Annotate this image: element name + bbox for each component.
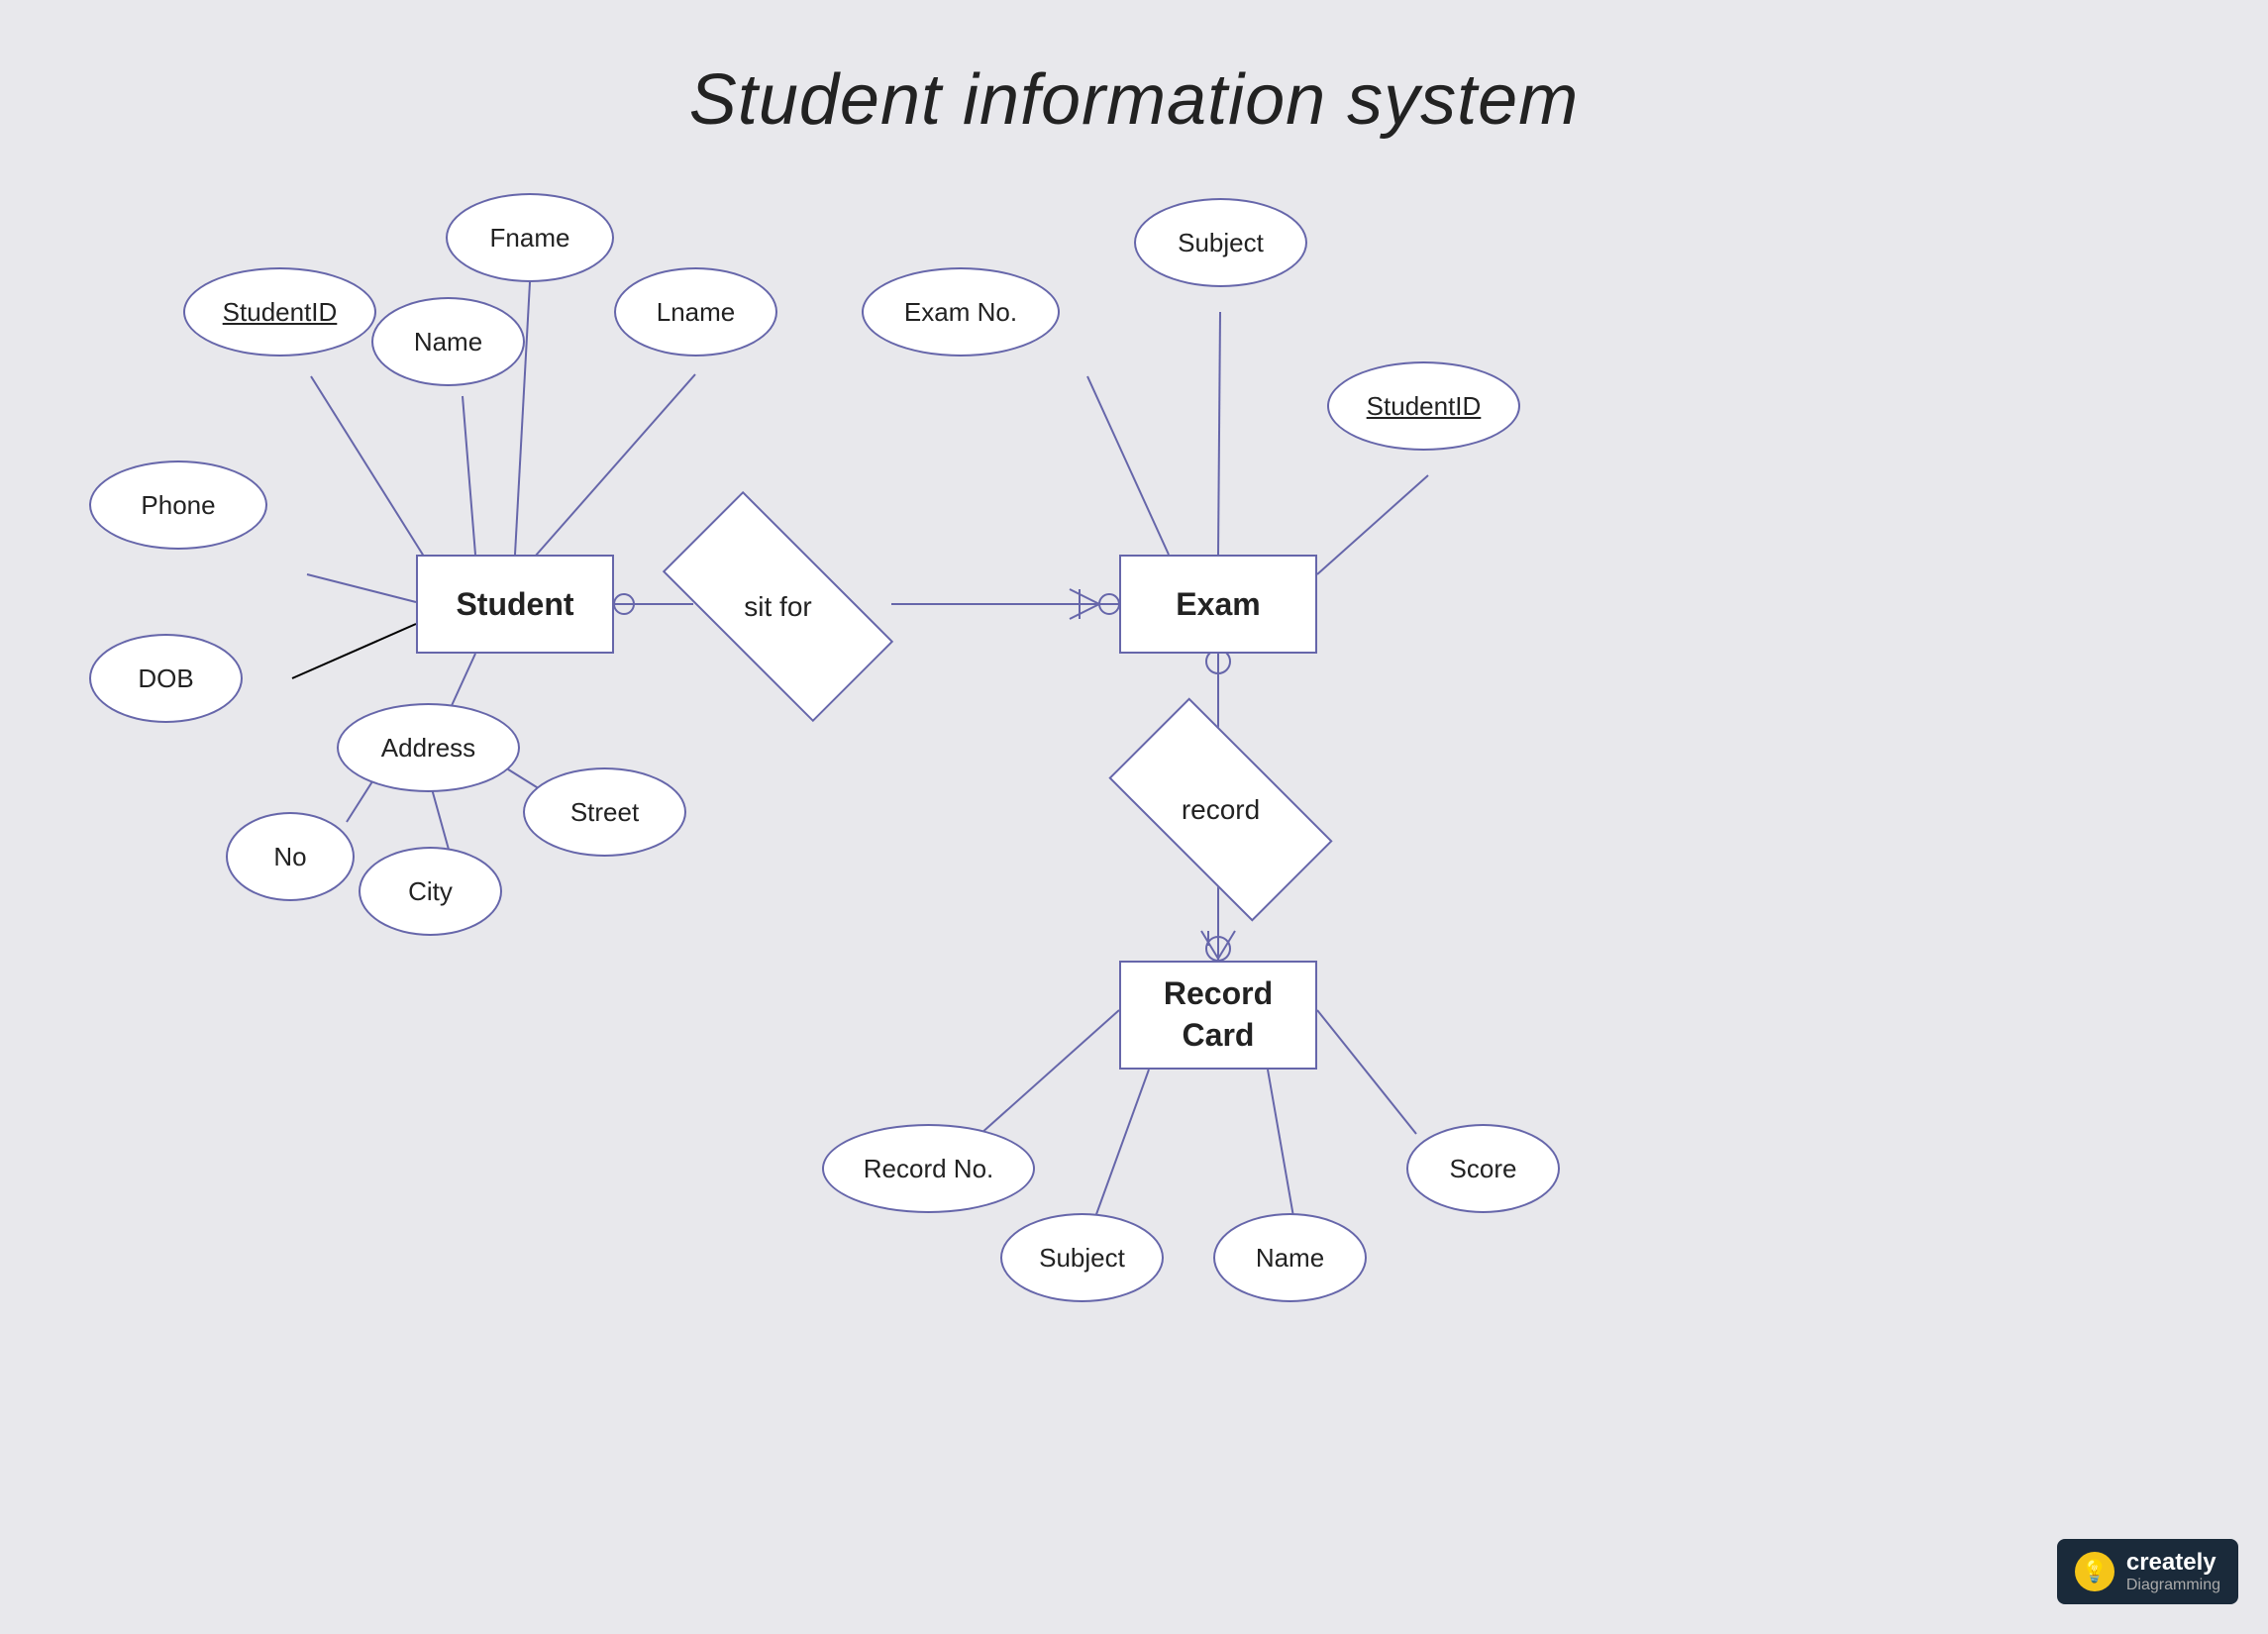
ellipse-exam-no: Exam No. (862, 267, 1060, 357)
ellipse-name: Name (371, 297, 525, 386)
ellipse-score: Score (1406, 1124, 1560, 1213)
page-title: Student information system (0, 0, 2268, 141)
entity-student: Student (416, 555, 614, 654)
ellipse-no: No (226, 812, 355, 901)
ellipse-street: Street (523, 767, 686, 857)
ellipse-record-no: Record No. (822, 1124, 1035, 1213)
ellipse-subject2: Subject (1000, 1213, 1164, 1302)
ellipse-phone: Phone (89, 460, 267, 550)
ellipse-name2: Name (1213, 1213, 1367, 1302)
ellipse-fname: Fname (446, 193, 614, 282)
ellipse-dob: DOB (89, 634, 243, 723)
ellipse-student-id2: StudentID (1327, 361, 1520, 451)
ellipse-address: Address (337, 703, 520, 792)
ellipse-city: City (359, 847, 502, 936)
diamond-sit-for: sit for (671, 550, 884, 664)
entity-record-card: Record Card (1119, 961, 1317, 1070)
entity-exam: Exam (1119, 555, 1317, 654)
ellipse-subject1: Subject (1134, 198, 1307, 287)
ellipse-student-id: StudentID (183, 267, 376, 357)
watermark-brand: creately Diagramming (2126, 1549, 2220, 1594)
ellipse-lname: Lname (614, 267, 777, 357)
diamond-record: record (1119, 753, 1322, 867)
watermark: 💡 creately Diagramming (2057, 1539, 2238, 1604)
watermark-icon: 💡 (2075, 1552, 2114, 1591)
